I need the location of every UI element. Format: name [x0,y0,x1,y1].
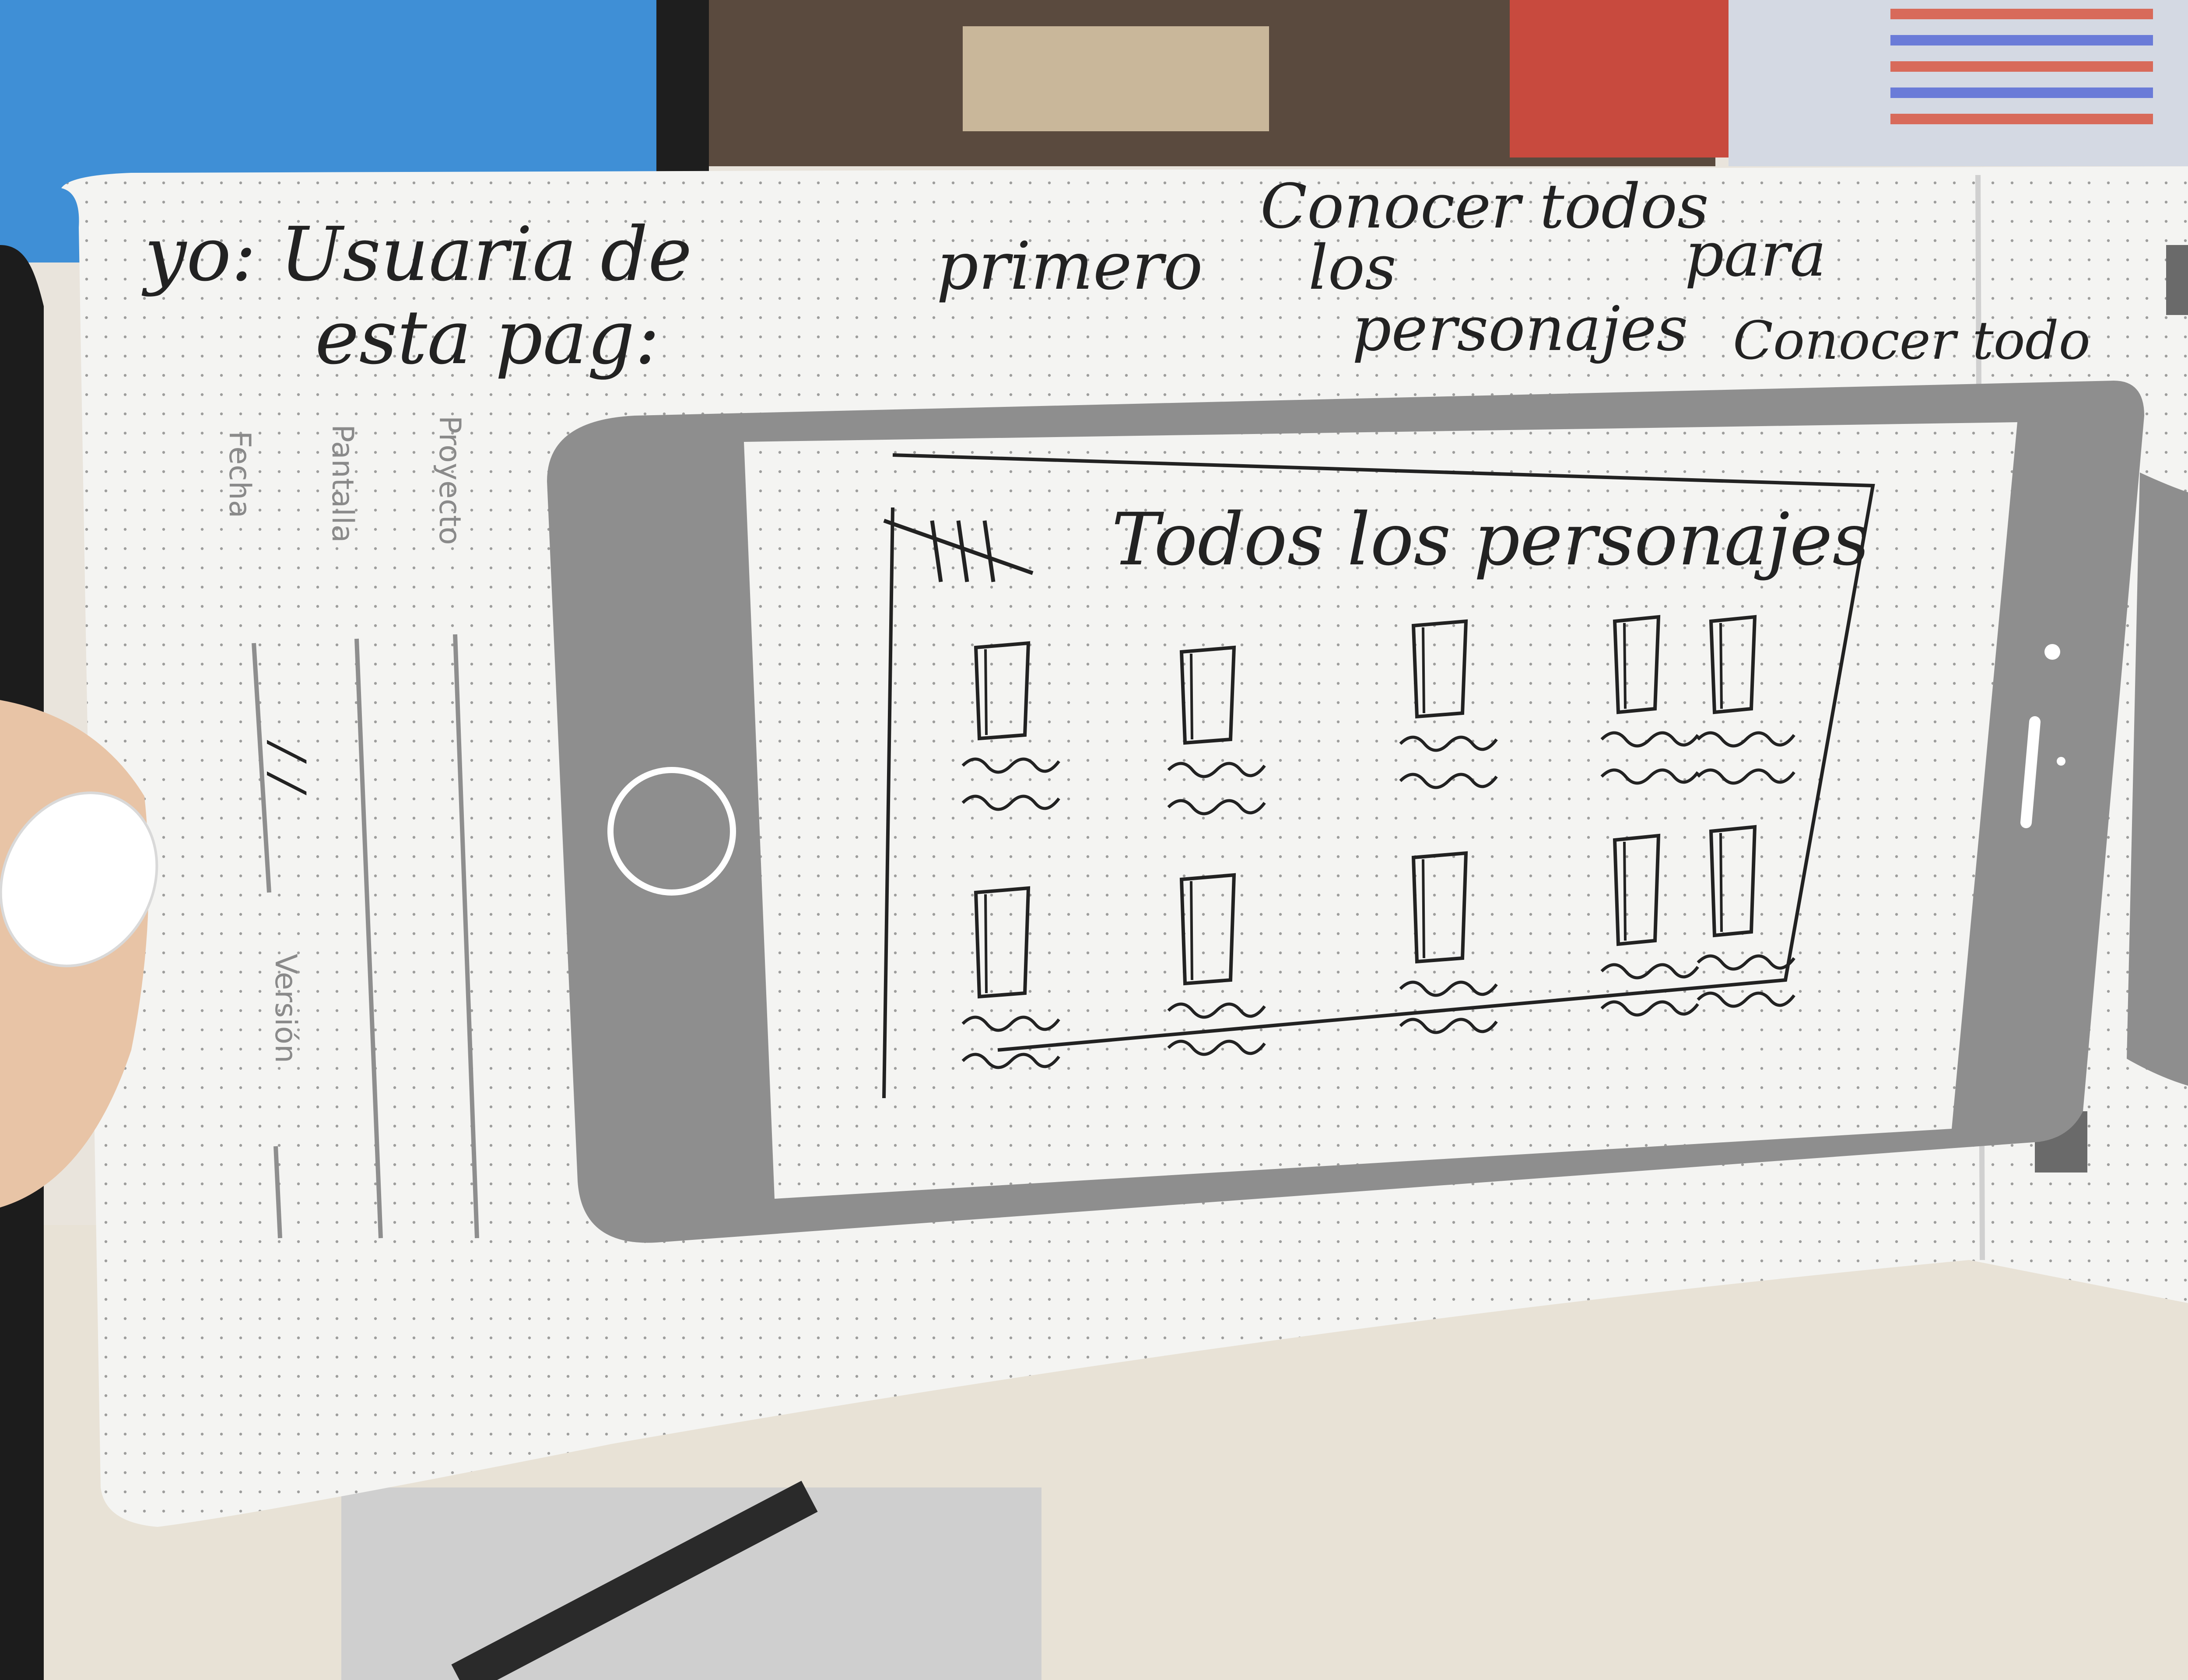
note-goal-para: para [1685,219,1826,290]
brand-tab-top [2166,245,2188,315]
note-user-line1: yo: Usuaria de [141,211,692,298]
label-version: Versión [268,954,303,1063]
note-goal-los: los [1308,232,1396,304]
pen-holder [341,1488,1041,1680]
label-proyecto: Proyecto [432,416,467,545]
note-goal-primero: primero [936,228,1203,304]
label-pantalla: Pantalla [325,424,360,543]
note-goal-personajes: personajes [1352,294,1688,365]
label-fecha: Fecha [222,431,257,518]
wireframe-title: Todos los personajes [1112,497,1869,581]
note-goal-top: Conocer todos [1260,171,1709,242]
note-user-line2: esta pag: [315,294,660,381]
second-monitor [1729,0,2188,166]
photo-scene: Proyecto Pantalla Fecha / / Versión yo: … [0,0,2188,1680]
camera-icon [2044,644,2060,660]
fecha-value: / / [260,740,316,795]
note-goal-conocer: Conocer todo [1733,311,2090,371]
